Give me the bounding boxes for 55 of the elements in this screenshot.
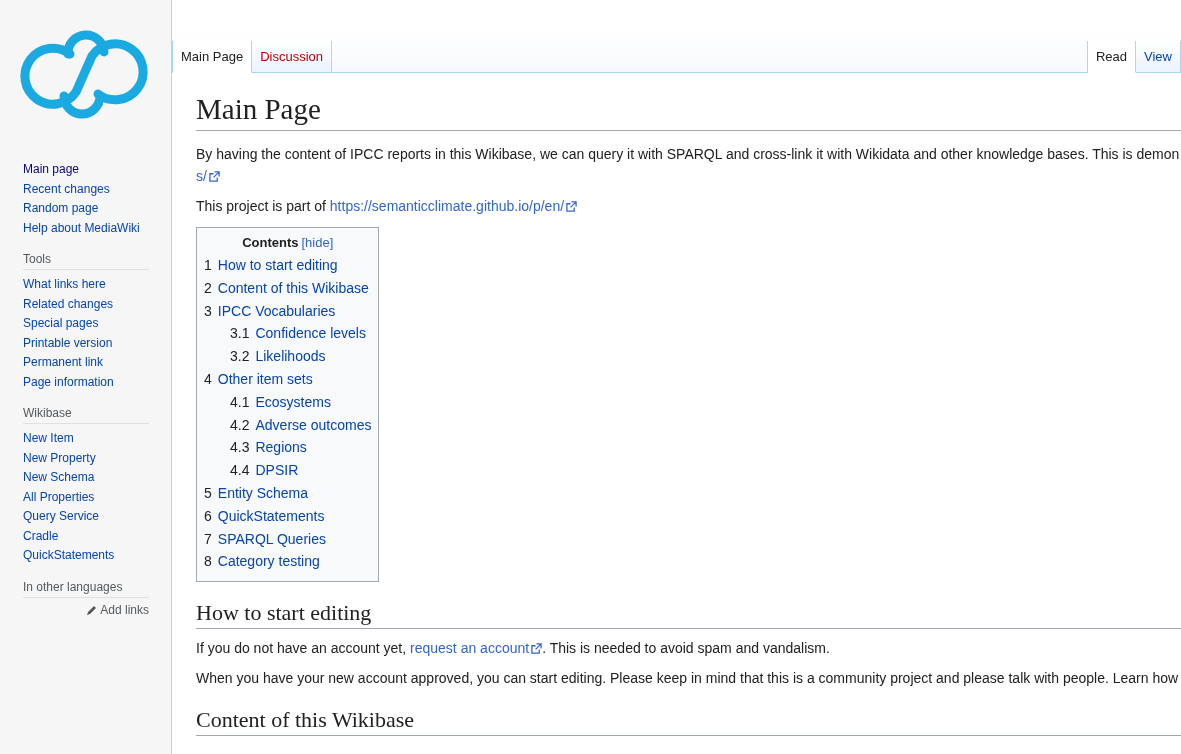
sidebar-link[interactable]: New Property <box>23 448 171 468</box>
portal-heading: Wikibase <box>23 406 149 424</box>
section-paragraph: If you do not have an account yet, request an account . This is needed to avoid spam and vandalism. <box>196 639 831 659</box>
external-link[interactable]: request an account <box>410 640 543 657</box>
sidebar-link[interactable]: Recent changes <box>23 179 171 199</box>
page-title: Main Page <box>196 93 1181 131</box>
sidebar-link[interactable]: Help about MediaWiki <box>23 218 171 238</box>
toc-link[interactable]: 6 QuickStatements <box>204 504 372 528</box>
toc-link[interactable]: 7 SPARQL Queries <box>204 527 372 551</box>
external-link-icon <box>531 643 543 655</box>
view-tab[interactable]: View <box>1136 41 1181 73</box>
view-tab[interactable]: Read <box>1087 41 1137 73</box>
add-links-link[interactable]: Add links <box>23 602 149 617</box>
toc-link[interactable]: 3.2 Likelihoods <box>204 345 372 368</box>
section-paragraph: When you have your new account approved, you can start editing. Please keep in mind that this is a community project and please talk with people. Learn how <box>196 669 1180 689</box>
sidebar-link[interactable]: Main page <box>23 160 171 180</box>
toc-link[interactable]: 5 Entity Schema <box>204 481 372 505</box>
toc-link[interactable]: 3.1 Confidence levels <box>204 322 372 346</box>
toc-title: Contents <box>242 235 299 250</box>
section-heading: Content of this Wikibase <box>196 707 1181 737</box>
sidebar-link[interactable]: New Schema <box>23 468 171 488</box>
sidebar-link[interactable]: What links here <box>23 275 171 295</box>
toc-link[interactable]: 4.1 Ecosystems <box>204 390 372 414</box>
external-link[interactable]: https://semanticclimate.github.io/p/en/ <box>329 198 578 214</box>
sidebar-link[interactable]: Special pages <box>23 314 171 334</box>
toc-link[interactable]: 4.3 Regions <box>204 436 372 460</box>
external-link-icon <box>566 201 578 212</box>
sidebar-link[interactable]: All Properties <box>23 487 171 507</box>
toc-link[interactable]: 2 Content of this Wikibase <box>204 276 372 300</box>
sidebar-link[interactable]: Related changes <box>23 294 171 314</box>
toc-link[interactable]: 8 Category testing <box>204 550 372 574</box>
page-tab[interactable]: Main Page <box>173 41 253 73</box>
toc-link[interactable]: 4.4 DPSIR <box>204 459 372 482</box>
project-paragraph: This project is part of https://semanticclimate.github.io/p/en/ <box>196 195 1181 217</box>
external-link[interactable]: s/ <box>196 168 220 184</box>
toc-link[interactable]: 3 IPCC Vocabularies <box>204 299 372 323</box>
sidebar-link[interactable]: Permanent link <box>23 353 171 373</box>
section-heading: How to start editing <box>196 600 1181 630</box>
sidebar-link[interactable]: Cradle <box>23 526 171 546</box>
sidebar-link[interactable]: Random page <box>23 199 171 219</box>
pencil-icon <box>87 604 98 615</box>
toc-link[interactable]: 4.2 Adverse outcomes <box>204 413 372 437</box>
portal-heading: Tools <box>23 252 149 270</box>
toc-link[interactable]: 1 How to start editing <box>204 254 372 277</box>
intro-paragraph: By having the content of IPCC reports in this Wikibase, we can query it with SPARQL and cross-link it with Wikidata and other knowledge bases. This is demon s/ <box>196 145 1181 186</box>
page-tab[interactable]: Discussion <box>252 41 332 73</box>
sidebar-link[interactable]: Query Service <box>23 507 171 527</box>
external-link-icon <box>208 171 220 182</box>
toc-link[interactable]: 4 Other item sets <box>204 368 372 391</box>
portal-heading: In other languages <box>23 579 149 598</box>
sidebar-link[interactable]: Printable version <box>23 333 171 353</box>
sidebar-link[interactable]: QuickStatements <box>23 546 171 566</box>
sidebar-link[interactable]: New Item <box>23 429 171 449</box>
sidebar-link[interactable]: Page information <box>23 372 171 392</box>
toc-toggle[interactable]: [hide] <box>301 235 334 250</box>
